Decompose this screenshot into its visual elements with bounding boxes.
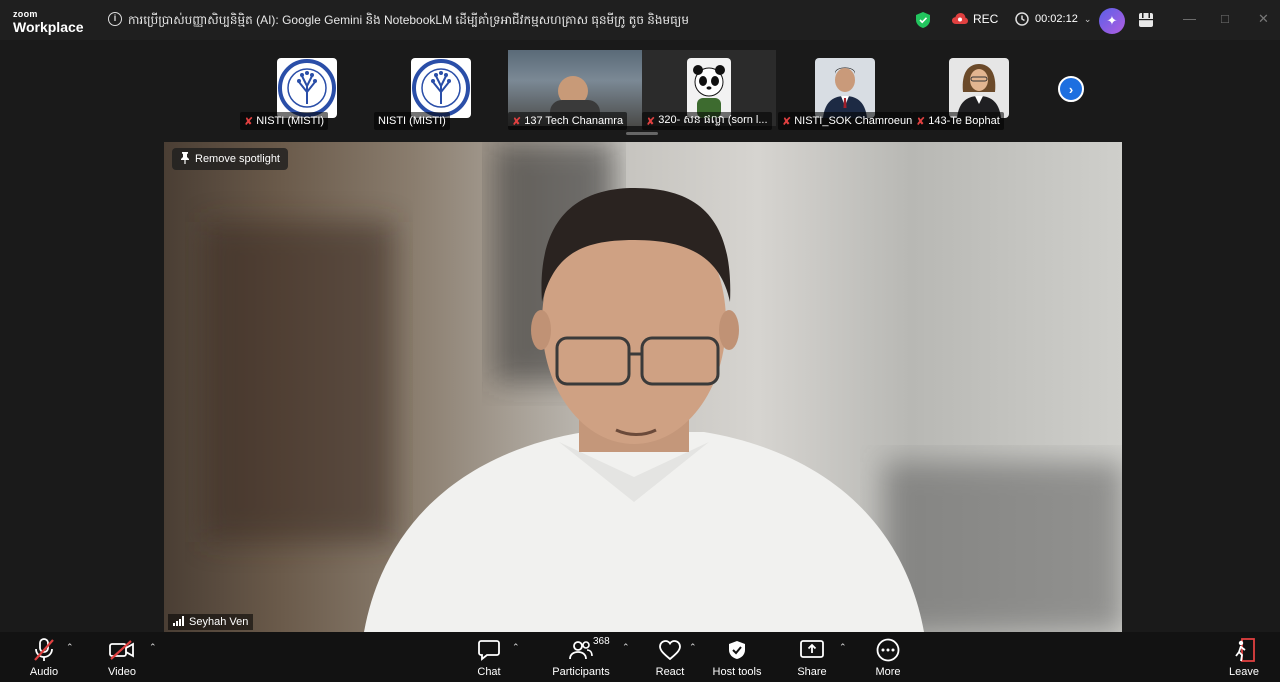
shield-icon <box>728 638 746 662</box>
speaker-video-frame <box>204 142 1122 632</box>
recording-indicator[interactable]: REC <box>952 12 998 26</box>
mic-muted-icon <box>33 638 55 662</box>
mic-muted-icon: ✘ <box>512 115 522 128</box>
more-icon <box>876 638 900 662</box>
info-icon[interactable]: i <box>108 12 122 26</box>
zoom-logo: zoom Workplace <box>13 9 84 35</box>
maximize-icon[interactable]: □ <box>1221 11 1229 26</box>
logo-avatar <box>277 58 337 118</box>
clock-icon <box>1015 12 1029 26</box>
next-page-button[interactable]: › <box>1058 76 1084 102</box>
speaker-name-tag: Seyhah Ven <box>168 614 254 630</box>
cloud-record-icon <box>952 13 968 24</box>
participant-tile[interactable]: ✘ 320- សន ផល្លា (sorn l... <box>642 50 776 130</box>
participant-name-tag: ✘ NISTI (MISTI) <box>240 112 329 130</box>
audio-options-chevron-up-icon[interactable]: ⌃ <box>66 642 74 653</box>
meeting-toolbar: Audio ⌃ Video ⌃ Chat ⌃ 368 Participants … <box>0 632 1280 682</box>
participant-name-tag: ✘ 320- សន ផល្លា (sorn l... <box>642 112 772 130</box>
video-options-chevron-up-icon[interactable]: ⌃ <box>149 642 157 653</box>
participant-tile[interactable]: NISTI (MISTI) <box>374 50 508 130</box>
participant-tile[interactable]: ✘ 143-Te Bophat <box>912 50 1046 130</box>
participant-name-tag: ✘ NISTI_SOK Chamroeun <box>778 112 912 130</box>
mic-muted-icon: ✘ <box>916 115 926 128</box>
meeting-title: ការប្រើប្រាស់បញ្ញាសិប្បនិម្មិត (AI): Goo… <box>128 13 688 27</box>
meeting-timer[interactable]: 00:02:12 ⌄ <box>1015 12 1091 26</box>
signal-strength-icon <box>173 615 185 629</box>
apps-icon[interactable] <box>1139 13 1153 32</box>
participant-name-tag: NISTI (MISTI) <box>374 112 450 130</box>
chat-icon <box>478 638 500 662</box>
participants-icon: 368 <box>569 636 610 662</box>
remove-spotlight-button[interactable]: Remove spotlight <box>172 148 288 170</box>
mic-muted-icon: ✘ <box>244 115 254 128</box>
video-off-icon <box>109 638 135 662</box>
strip-resize-handle[interactable] <box>626 132 658 135</box>
participants-button[interactable]: 368 Participants <box>536 636 626 678</box>
profile-photo <box>949 58 1009 118</box>
heart-icon <box>659 638 681 662</box>
audio-button[interactable]: Audio <box>0 638 89 678</box>
participant-strip: ✘ NISTI (MISTI) NISTI (MISTI) ✘ 137 Tech… <box>0 40 1280 136</box>
leave-icon <box>1233 638 1255 662</box>
minimize-icon[interactable]: — <box>1183 11 1196 26</box>
title-bar: zoom Workplace i ការប្រើប្រាស់បញ្ញាសិប្ប… <box>0 0 1280 40</box>
chevron-right-icon: › <box>1068 81 1074 97</box>
spotlight-video: Remove spotlight Seyhah Ven <box>164 142 1122 632</box>
participant-name-tag: ✘ 143-Te Bophat <box>912 112 1004 130</box>
logo-avatar <box>411 58 471 118</box>
profile-photo <box>815 58 875 118</box>
participant-tile[interactable]: ✘ NISTI (MISTI) <box>240 50 374 130</box>
participant-count: 368 <box>593 636 610 647</box>
encryption-shield-icon[interactable] <box>916 12 930 33</box>
close-icon[interactable]: ✕ <box>1258 11 1269 27</box>
more-button[interactable]: More <box>843 638 933 678</box>
leave-button[interactable]: Leave <box>1199 638 1280 678</box>
participant-video-tile[interactable]: ✘ 137 Tech Chanamra <box>508 50 642 130</box>
timer-value: 00:02:12 <box>1035 13 1078 25</box>
mic-muted-icon: ✘ <box>646 115 656 128</box>
panda-avatar <box>687 58 731 118</box>
chat-button[interactable]: Chat <box>444 638 534 678</box>
participant-tile[interactable]: ✘ NISTI_SOK Chamroeun <box>778 50 912 130</box>
participant-name-tag: ✘ 137 Tech Chanamra <box>508 112 628 130</box>
share-screen-icon <box>800 638 824 662</box>
chat-options-chevron-up-icon[interactable]: ⌃ <box>512 642 520 653</box>
chevron-down-icon: ⌄ <box>1083 13 1092 24</box>
ai-companion-icon[interactable]: ✦ <box>1099 8 1125 34</box>
rec-label: REC <box>973 12 999 26</box>
mic-muted-icon: ✘ <box>782 115 792 128</box>
pin-icon <box>180 151 190 167</box>
